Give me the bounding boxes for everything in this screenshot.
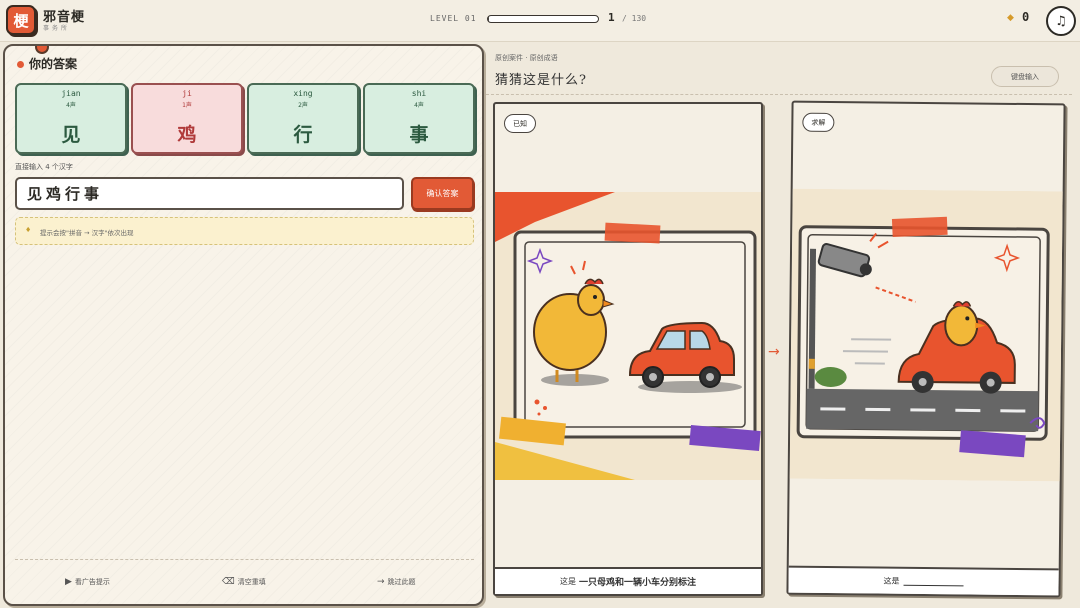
answer-tile-1[interactable]: jian 4声 见 xyxy=(15,83,127,154)
tile-pinyin: ji xyxy=(182,89,192,98)
tile-tone: 2声 xyxy=(298,102,308,109)
tile-pinyin: xing xyxy=(293,89,313,98)
level-label: LEVEL 01 xyxy=(430,14,477,23)
tile-pinyin: jian xyxy=(61,89,81,98)
answer-input-value: 见鸡行事 xyxy=(27,185,104,203)
hint-text: 提示会按"拼音 → 汉字"依次出现 xyxy=(40,229,134,237)
footer-divider xyxy=(15,559,474,560)
answer-tile-3[interactable]: xing 2声 行 xyxy=(247,83,359,154)
known-caption-text: 一只母鸡和一辆小车分别标注 xyxy=(578,578,696,588)
answer-panel: 你的答案 jian 4声 见 ji 1声 鸡 xing 2声 行 shi 4声 … xyxy=(3,44,484,606)
arrow-right-icon: → xyxy=(768,344,780,360)
ad-hint-button[interactable]: ▶ 看广告提示 xyxy=(65,577,110,587)
hint-box: ♦ 提示会按"拼音 → 汉字"依次出现 xyxy=(15,217,474,245)
tile-pinyin: shi xyxy=(411,89,427,98)
confirm-answer-button[interactable]: 确认答案 xyxy=(411,177,474,210)
known-card: 已知 这是 一只母鸡和一辆小车分别标注 xyxy=(493,102,763,596)
solve-caption-prefix: 这是 xyxy=(883,576,900,586)
header-divider xyxy=(486,94,1072,95)
known-tag: 已知 xyxy=(504,114,536,133)
solve-caption: 这是 xyxy=(788,565,1059,596)
puzzle-panel: 原创案件 · 原创成语 猜猜这是什么? 键盘输入 已知 这是 一只母鸡和一辆小车… xyxy=(486,44,1072,606)
keyboard-input-button[interactable]: 键盘输入 xyxy=(991,66,1059,87)
progress-total: / 130 xyxy=(622,14,647,23)
tile-tone: 4声 xyxy=(66,102,76,109)
app-logo: 梗 xyxy=(6,5,36,35)
answer-blank xyxy=(903,576,964,587)
progress-fill xyxy=(488,16,489,22)
music-toggle-button[interactable]: ♫ xyxy=(1046,6,1076,36)
ad-hint-label: 看广告提示 xyxy=(74,578,110,586)
answer-title: 你的答案 xyxy=(29,57,78,71)
input-label: 直接输入 4 个汉字 xyxy=(15,163,73,171)
breadcrumb: 原创案件 · 原创成语 xyxy=(495,54,558,62)
solve-card: 求解 这是 xyxy=(786,100,1066,598)
backspace-icon: ⌫ xyxy=(222,577,235,587)
answer-input[interactable]: 见鸡行事 xyxy=(15,177,404,210)
diamond-icon: ◆ xyxy=(1007,13,1014,23)
clear-button[interactable]: ⌫ 清空重填 xyxy=(222,577,266,587)
puzzle-question: 猜猜这是什么? xyxy=(495,73,587,88)
illustration-svg xyxy=(495,192,761,480)
illustration-svg xyxy=(789,188,1063,482)
tile-char: 事 xyxy=(409,124,429,146)
known-caption: 这是 一只母鸡和一辆小车分别标注 xyxy=(495,567,761,594)
tile-tone: 1声 xyxy=(182,102,192,109)
coin-count: 0 xyxy=(1022,10,1030,24)
section-marker-icon xyxy=(15,59,26,70)
tile-char: 鸡 xyxy=(177,124,197,146)
skip-arrow-icon: → xyxy=(377,577,385,587)
tile-tone: 4声 xyxy=(414,102,424,109)
top-bar: 梗 邪音梗 事务所 LEVEL 01 1 / 130 ◆ 0 ♫ xyxy=(0,0,1080,42)
play-icon: ▶ xyxy=(65,577,72,587)
pin-decoration xyxy=(35,46,49,54)
skip-button[interactable]: → 跳过此题 xyxy=(377,577,416,587)
clear-label: 清空重填 xyxy=(237,578,266,586)
solve-tag: 求解 xyxy=(802,112,835,133)
answer-tile-2[interactable]: ji 1声 鸡 xyxy=(131,83,243,154)
chicken-driving-car-illustration xyxy=(789,188,1063,482)
app-subtitle: 事务所 xyxy=(43,25,71,32)
tile-char: 见 xyxy=(61,124,81,146)
tile-char: 行 xyxy=(293,124,313,146)
known-caption-prefix: 这是 xyxy=(559,577,576,586)
level-progress-bar xyxy=(487,15,599,23)
progress-current: 1 xyxy=(608,11,615,24)
chicken-and-car-illustration xyxy=(495,192,761,480)
answer-tile-4[interactable]: shi 4声 事 xyxy=(363,83,475,154)
lightbulb-icon: ♦ xyxy=(25,226,32,234)
skip-label: 跳过此题 xyxy=(387,578,416,586)
